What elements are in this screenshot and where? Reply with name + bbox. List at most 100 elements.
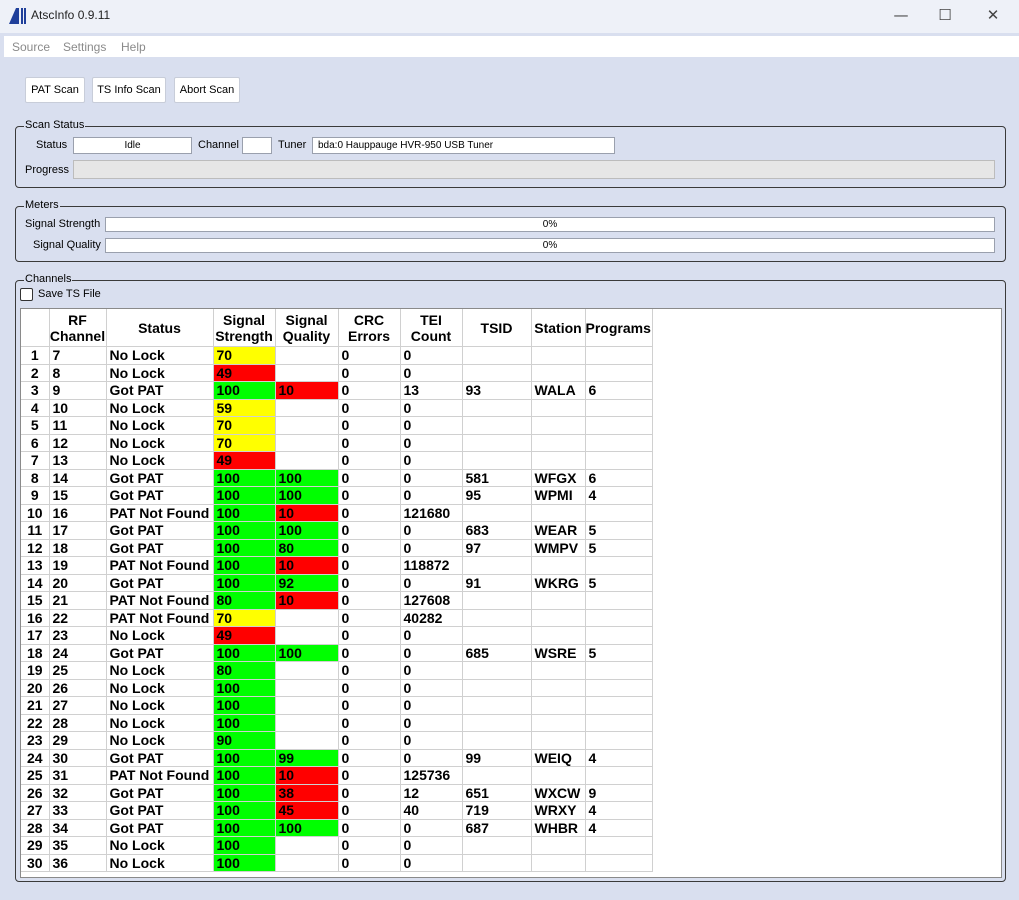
signal-quality-cell bbox=[275, 434, 339, 452]
tei-count-cell: 0 bbox=[400, 574, 463, 592]
table-row[interactable]: 22 28 No Lock 100 0 0 bbox=[21, 714, 653, 732]
programs-header[interactable]: Programs bbox=[585, 309, 653, 347]
table-row[interactable]: 13 19 PAT Not Found 100 10 0 118872 bbox=[21, 556, 653, 575]
tei-count-cell: 127608 bbox=[400, 591, 463, 610]
status-cell: No Lock bbox=[106, 626, 214, 645]
crc-errors-header[interactable]: CRC Errors bbox=[338, 309, 401, 347]
table-row[interactable]: 26 32 Got PAT 100 38 0 12 651 WXCW 9 bbox=[21, 784, 653, 802]
table-row[interactable]: 30 36 No Lock 100 0 0 bbox=[21, 854, 653, 872]
rf-channel-cell: 17 bbox=[49, 521, 107, 540]
menu-settings[interactable]: Settings bbox=[63, 40, 106, 54]
station-cell bbox=[531, 504, 586, 522]
table-row[interactable]: 14 20 Got PAT 100 92 0 0 91 WKRG 5 bbox=[21, 574, 653, 592]
row-number-header[interactable] bbox=[21, 309, 50, 347]
rf-channel-header[interactable]: RF Channel bbox=[49, 309, 107, 347]
signal-strength-cell: 100 bbox=[213, 714, 276, 732]
tei-count-cell: 12 bbox=[400, 784, 463, 802]
scan-status-legend: Scan Status bbox=[24, 119, 86, 131]
crc-errors-cell: 0 bbox=[338, 346, 401, 365]
status-cell: Got PAT bbox=[106, 784, 214, 802]
status-cell: No Lock bbox=[106, 696, 214, 715]
table-row[interactable]: 9 15 Got PAT 100 100 0 0 95 WPMI 4 bbox=[21, 486, 653, 505]
signal-quality-header[interactable]: Signal Quality bbox=[275, 309, 339, 347]
table-row[interactable]: 19 25 No Lock 80 0 0 bbox=[21, 661, 653, 680]
pat-scan-button[interactable]: PAT Scan bbox=[25, 77, 85, 103]
tei-count-cell: 0 bbox=[400, 539, 463, 557]
table-row[interactable]: 11 17 Got PAT 100 100 0 0 683 WEAR 5 bbox=[21, 521, 653, 540]
menu-help[interactable]: Help bbox=[121, 40, 146, 54]
tsid-cell bbox=[462, 504, 532, 522]
status-cell: Got PAT bbox=[106, 574, 214, 592]
rf-channel-cell: 10 bbox=[49, 399, 107, 417]
maximize-icon[interactable]: ☐ bbox=[922, 0, 968, 33]
tei-count-cell: 0 bbox=[400, 696, 463, 715]
table-row[interactable]: 2 8 No Lock 49 0 0 bbox=[21, 364, 653, 382]
table-row[interactable]: 6 12 No Lock 70 0 0 bbox=[21, 434, 653, 452]
signal-strength-header[interactable]: Signal Strength bbox=[213, 309, 276, 347]
table-row[interactable]: 25 31 PAT Not Found 100 10 0 125736 bbox=[21, 766, 653, 785]
rf-channel-cell: 13 bbox=[49, 451, 107, 470]
tsid-header[interactable]: TSID bbox=[462, 309, 532, 347]
tei-count-cell: 121680 bbox=[400, 504, 463, 522]
station-cell bbox=[531, 836, 586, 855]
table-row[interactable]: 3 9 Got PAT 100 10 0 13 93 WALA 6 bbox=[21, 381, 653, 400]
table-row[interactable]: 20 26 No Lock 100 0 0 bbox=[21, 679, 653, 697]
crc-errors-cell: 0 bbox=[338, 714, 401, 732]
tsid-cell bbox=[462, 416, 532, 435]
table-row[interactable]: 5 11 No Lock 70 0 0 bbox=[21, 416, 653, 435]
signal-quality-cell: 100 bbox=[275, 486, 339, 505]
tei-count-cell: 13 bbox=[400, 381, 463, 400]
station-header[interactable]: Station bbox=[531, 309, 586, 347]
minimize-icon[interactable]: — bbox=[878, 0, 924, 33]
save-ts-checkbox[interactable] bbox=[20, 288, 33, 301]
status-cell: Got PAT bbox=[106, 469, 214, 487]
rf-channel-cell: 23 bbox=[49, 626, 107, 645]
menu-source[interactable]: Source bbox=[12, 40, 50, 54]
tsid-cell bbox=[462, 766, 532, 785]
crc-errors-cell: 0 bbox=[338, 486, 401, 505]
table-row[interactable]: 4 10 No Lock 59 0 0 bbox=[21, 399, 653, 417]
meters-group: Meters Signal Strength 0% Signal Quality… bbox=[15, 199, 1006, 262]
row-number: 26 bbox=[21, 784, 50, 802]
crc-errors-cell: 0 bbox=[338, 609, 401, 627]
row-number: 14 bbox=[21, 574, 50, 592]
table-row[interactable]: 10 16 PAT Not Found 100 10 0 121680 bbox=[21, 504, 653, 522]
programs-cell: 5 bbox=[585, 574, 653, 592]
ts-info-scan-button[interactable]: TS Info Scan bbox=[92, 77, 166, 103]
channels-table-container[interactable]: RF Channel Status Signal Strength Signal Qu… bbox=[20, 308, 1002, 878]
tsid-cell bbox=[462, 399, 532, 417]
table-row[interactable]: 28 34 Got PAT 100 100 0 0 687 WHBR 4 bbox=[21, 819, 653, 837]
signal-quality-meter: 0% bbox=[105, 238, 995, 253]
rf-channel-cell: 21 bbox=[49, 591, 107, 610]
table-row[interactable]: 7 13 No Lock 49 0 0 bbox=[21, 451, 653, 470]
table-row[interactable]: 18 24 Got PAT 100 100 0 0 685 WSRE 5 bbox=[21, 644, 653, 662]
abort-scan-button[interactable]: Abort Scan bbox=[174, 77, 240, 103]
programs-cell bbox=[585, 451, 653, 470]
programs-cell bbox=[585, 731, 653, 750]
station-cell: WMPV bbox=[531, 539, 586, 557]
table-row[interactable]: 1 7 No Lock 70 0 0 bbox=[21, 346, 653, 365]
signal-strength-cell: 100 bbox=[213, 766, 276, 785]
row-number: 25 bbox=[21, 766, 50, 785]
table-row[interactable]: 21 27 No Lock 100 0 0 bbox=[21, 696, 653, 715]
close-icon[interactable]: ✕ bbox=[970, 0, 1016, 33]
status-cell: PAT Not Found bbox=[106, 766, 214, 785]
tei-count-header[interactable]: TEI Count bbox=[400, 309, 463, 347]
tsid-cell bbox=[462, 556, 532, 575]
table-row[interactable]: 16 22 PAT Not Found 70 0 40282 bbox=[21, 609, 653, 627]
table-row[interactable]: 24 30 Got PAT 100 99 0 0 99 WEIQ 4 bbox=[21, 749, 653, 767]
crc-errors-cell: 0 bbox=[338, 731, 401, 750]
status-header[interactable]: Status bbox=[106, 309, 214, 347]
signal-quality-cell: 10 bbox=[275, 556, 339, 575]
table-row[interactable]: 27 33 Got PAT 100 45 0 40 719 WRXY 4 bbox=[21, 801, 653, 820]
table-row[interactable]: 29 35 No Lock 100 0 0 bbox=[21, 836, 653, 855]
station-cell: WALA bbox=[531, 381, 586, 400]
status-cell: No Lock bbox=[106, 451, 214, 470]
table-row[interactable]: 15 21 PAT Not Found 80 10 0 127608 bbox=[21, 591, 653, 610]
table-row[interactable]: 17 23 No Lock 49 0 0 bbox=[21, 626, 653, 645]
tsid-cell: 581 bbox=[462, 469, 532, 487]
table-row[interactable]: 12 18 Got PAT 100 80 0 0 97 WMPV 5 bbox=[21, 539, 653, 557]
table-row[interactable]: 23 29 No Lock 90 0 0 bbox=[21, 731, 653, 750]
station-cell bbox=[531, 854, 586, 872]
table-row[interactable]: 8 14 Got PAT 100 100 0 0 581 WFGX 6 bbox=[21, 469, 653, 487]
